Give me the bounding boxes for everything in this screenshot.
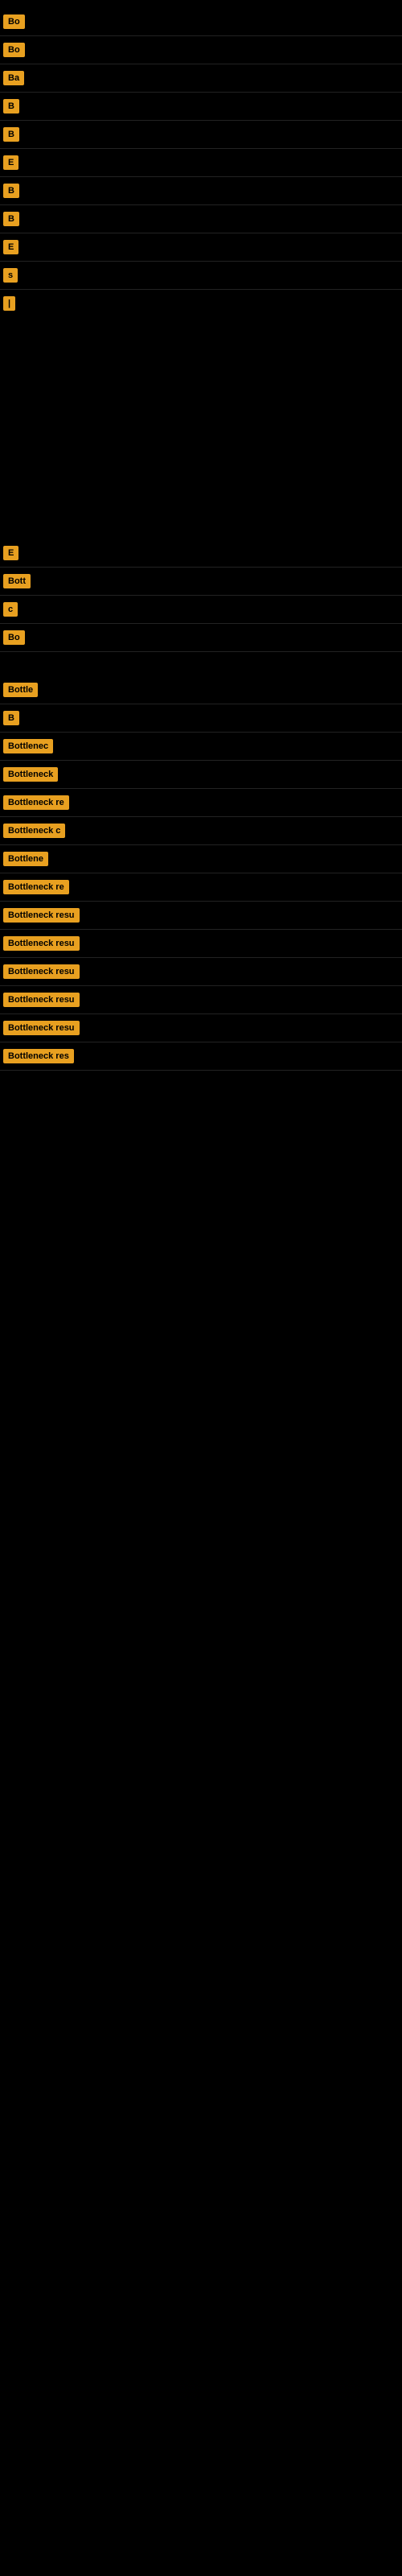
site-title-bar: [0, 0, 402, 10]
list-item: Bo: [0, 625, 402, 650]
badge[interactable]: B: [3, 212, 19, 226]
badge[interactable]: B: [3, 127, 19, 142]
divider: [0, 1013, 402, 1014]
list-item: s: [0, 263, 402, 287]
badge[interactable]: B: [3, 99, 19, 114]
divider: [0, 788, 402, 789]
list-item: Bottleneck res: [0, 1044, 402, 1068]
chart-area: [0, 316, 402, 541]
list-item: Bottleneck resu: [0, 903, 402, 927]
badge[interactable]: Bottleneck resu: [3, 908, 80, 923]
divider: [0, 623, 402, 624]
badge[interactable]: Bottleneck resu: [3, 993, 80, 1007]
badge[interactable]: E: [3, 546, 18, 560]
badge[interactable]: Bo: [3, 43, 25, 57]
list-item: Ba: [0, 66, 402, 90]
divider: [0, 595, 402, 596]
list-item: B: [0, 94, 402, 118]
list-item: Bottleneck re: [0, 875, 402, 899]
divider: [0, 957, 402, 958]
list-item: Bottleneck resu: [0, 931, 402, 956]
list-item: Bottleneck: [0, 762, 402, 786]
list-item: Bottleneck re: [0, 791, 402, 815]
list-item: Bott: [0, 569, 402, 593]
divider: [0, 148, 402, 149]
divider: [0, 844, 402, 845]
badge[interactable]: Bottle: [3, 683, 38, 697]
list-item: Bottle: [0, 678, 402, 702]
list-item: E: [0, 235, 402, 259]
badge[interactable]: Ba: [3, 71, 24, 85]
badge[interactable]: E: [3, 240, 18, 254]
badge[interactable]: Bottleneck re: [3, 795, 69, 810]
divider: [0, 92, 402, 93]
site-title: [0, 0, 402, 10]
divider: [0, 760, 402, 761]
divider: [0, 732, 402, 733]
badge[interactable]: c: [3, 602, 18, 617]
badge[interactable]: B: [3, 711, 19, 725]
list-item: B: [0, 122, 402, 147]
divider: [0, 289, 402, 290]
divider: [0, 929, 402, 930]
list-item: E: [0, 541, 402, 565]
list-item: Bottlene: [0, 847, 402, 871]
list-item: Bottleneck resu: [0, 960, 402, 984]
section-gap: [0, 654, 402, 678]
top-rows-section: BoBoBaBBEBBEs|: [0, 10, 402, 316]
badge[interactable]: Bottleneck: [3, 767, 58, 782]
badge[interactable]: Bottleneck re: [3, 880, 69, 894]
divider: [0, 204, 402, 205]
badge[interactable]: |: [3, 296, 15, 311]
list-item: |: [0, 291, 402, 316]
badge[interactable]: B: [3, 184, 19, 198]
list-item: B: [0, 207, 402, 231]
badge[interactable]: E: [3, 155, 18, 170]
list-item: B: [0, 706, 402, 730]
divider: [0, 567, 402, 568]
list-item: E: [0, 151, 402, 175]
divider: [0, 176, 402, 177]
list-item: Bottlenec: [0, 734, 402, 758]
divider: [0, 1070, 402, 1071]
divider: [0, 901, 402, 902]
divider: [0, 261, 402, 262]
divider: [0, 985, 402, 986]
badge[interactable]: Bo: [3, 630, 25, 645]
list-item: Bottleneck c: [0, 819, 402, 843]
badge[interactable]: Bottleneck resu: [3, 1021, 80, 1035]
divider: [0, 35, 402, 36]
list-item: Bottleneck resu: [0, 1016, 402, 1040]
badge[interactable]: Bottlene: [3, 852, 48, 866]
divider: [0, 816, 402, 817]
list-item: B: [0, 179, 402, 203]
bottom-rows-section: E Bott c Bo Bottle B Bottlenec Bottleneck Bottle…: [0, 541, 402, 1071]
list-item: Bottleneck resu: [0, 988, 402, 1012]
badge[interactable]: Bottleneck res: [3, 1049, 74, 1063]
list-item: Bo: [0, 10, 402, 34]
list-item: Bo: [0, 38, 402, 62]
divider: [0, 651, 402, 652]
badge[interactable]: Bo: [3, 14, 25, 29]
list-item: c: [0, 597, 402, 621]
badge[interactable]: Bottlenec: [3, 739, 53, 753]
badge[interactable]: Bottleneck resu: [3, 936, 80, 951]
badge[interactable]: Bottleneck c: [3, 824, 65, 838]
badge[interactable]: s: [3, 268, 18, 283]
badge[interactable]: Bottleneck resu: [3, 964, 80, 979]
divider: [0, 120, 402, 121]
badge[interactable]: Bott: [3, 574, 31, 588]
